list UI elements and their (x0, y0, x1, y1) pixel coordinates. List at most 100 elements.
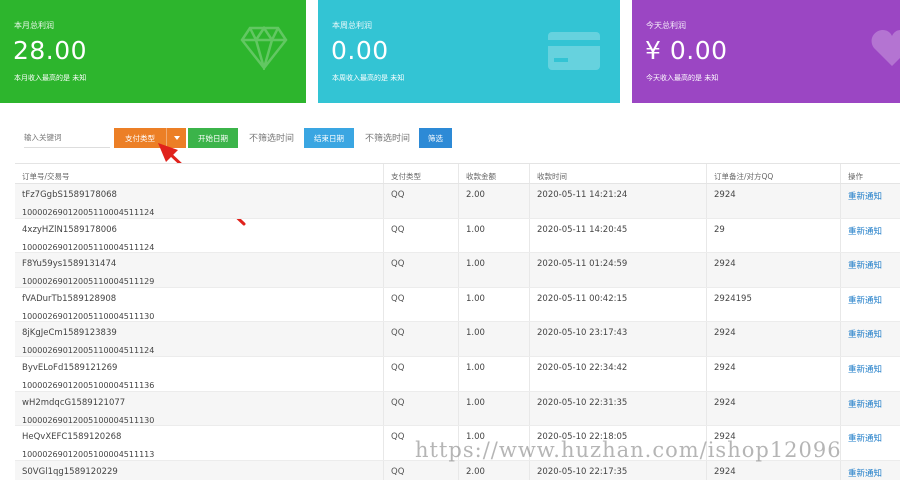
card-title: 本周总利润 (332, 21, 372, 30)
pay-type-cell: QQ (383, 253, 458, 287)
renotify-link[interactable]: 重新通知 (848, 434, 882, 444)
order-cell: ByvELoFd1589121269 1000026901200510000451… (15, 357, 383, 391)
amount-cell: 1.00 (458, 287, 529, 322)
order-number: ByvELoFd1589121269 (22, 362, 118, 373)
credit-card-icon (548, 32, 600, 70)
heart-icon (871, 30, 900, 66)
trade-number: 10000269012005110004511130 (22, 311, 155, 321)
time-cell: 2020-05-11 00:42:15 (529, 287, 706, 322)
remark-cell: 2924 (706, 356, 840, 391)
action-cell: 重新通知 (840, 184, 900, 218)
header-pay-type: 支付类型 (383, 164, 458, 183)
no-start-time-text: 不筛选时间 (249, 134, 295, 144)
order-cell: wH2mdqcG1589121077 1000026901200510000451… (15, 392, 383, 426)
trade-number: 10000269012005110004511124 (22, 346, 155, 356)
watermark: https://www.huzhan.com/ishop12096 (415, 438, 842, 462)
remark-cell: 2924195 (706, 287, 840, 322)
table-row: 8jKgJeCm1589123839 1000026901200511000451… (15, 322, 900, 357)
remark-cell: 2924 (706, 184, 840, 218)
trade-number: 10000269012005110004511129 (22, 277, 155, 287)
action-cell: 重新通知 (840, 322, 900, 356)
pay-type-cell: QQ (383, 460, 458, 480)
remark-cell: 29 (706, 218, 840, 253)
card-value: 0.00 (331, 36, 389, 65)
table-header: 订单号/交易号 支付类型 收款金额 收款时间 订单备注/对方QQ 操作 (15, 163, 900, 184)
amount-cell: 2.00 (458, 460, 529, 480)
order-cell: F8Yu59ys1589131474 1000026901200511000451… (15, 253, 383, 287)
pay-type-cell: QQ (383, 287, 458, 322)
table-row: F8Yu59ys1589131474 1000026901200511000451… (15, 253, 900, 288)
table-row: S0VGl1qg1589120229 QQ 2.00 2020-05-10 22:17… (15, 460, 900, 480)
trade-number: 10000269012005110004511124 (22, 242, 155, 252)
renotify-link[interactable]: 重新通知 (848, 330, 882, 340)
renotify-link[interactable]: 重新通知 (848, 227, 882, 237)
filter-bar: 支付类型 开始日期 不筛选时间 结束日期 不筛选时间 筛选 (0, 128, 900, 148)
renotify-link[interactable]: 重新通知 (848, 296, 882, 306)
order-cell: fVADurTb1589128908 1000026901200511000451… (15, 288, 383, 322)
no-end-time-text: 不筛选时间 (365, 134, 411, 144)
action-cell: 重新通知 (840, 356, 900, 391)
order-number: fVADurTb1589128908 (22, 293, 117, 304)
amount-cell: 2.00 (458, 184, 529, 218)
table-row: fVADurTb1589128908 1000026901200511000451… (15, 287, 900, 323)
amount-cell: 1.00 (458, 391, 529, 426)
order-number: S0VGl1qg1589120229 (22, 466, 118, 477)
time-cell: 2020-05-10 22:34:42 (529, 356, 706, 391)
time-cell: 2020-05-10 23:17:43 (529, 322, 706, 356)
table-body: tFz7GgbS1589178068 1000026901200511000451… (15, 184, 900, 480)
action-cell: 重新通知 (840, 460, 900, 480)
time-cell: 2020-05-10 22:31:35 (529, 391, 706, 426)
action-cell: 重新通知 (840, 287, 900, 322)
time-cell: 2020-05-11 01:24:59 (529, 253, 706, 287)
order-number: F8Yu59ys1589131474 (22, 259, 117, 270)
amount-cell: 1.00 (458, 322, 529, 356)
order-number: wH2mdqcG1589121077 (22, 397, 126, 408)
today-profit-card: 今天总利润 ¥ 0.00 今天收入最高的是 未知 (632, 0, 900, 103)
order-number: 8jKgJeCm1589123839 (22, 328, 117, 339)
header-amount: 收款金额 (458, 164, 529, 183)
table-row: ByvELoFd1589121269 1000026901200510000451… (15, 356, 900, 392)
week-profit-card: 本周总利润 0.00 本周收入最高的是 未知 (318, 0, 620, 103)
renotify-link[interactable]: 重新通知 (848, 261, 882, 271)
remark-cell: 2924 (706, 253, 840, 287)
amount-cell: 1.00 (458, 218, 529, 253)
keyword-input[interactable] (24, 128, 110, 148)
end-date-button[interactable]: 结束日期 (304, 128, 354, 148)
action-cell: 重新通知 (840, 218, 900, 253)
table-row: 4xzyHZlN1589178006 1000026901200511000451… (15, 218, 900, 254)
time-cell: 2020-05-11 14:21:24 (529, 184, 706, 218)
table-row: wH2mdqcG1589121077 1000026901200510000451… (15, 391, 900, 427)
renotify-link[interactable]: 重新通知 (848, 400, 882, 410)
trade-number: 10000269012005100004511136 (22, 380, 155, 390)
order-number: tFz7GgbS1589178068 (22, 190, 117, 200)
order-cell: 4xzyHZlN1589178006 1000026901200511000451… (15, 219, 383, 253)
renotify-link[interactable]: 重新通知 (848, 469, 882, 479)
order-number: HeQvXEFC1589120268 (22, 432, 122, 443)
card-title: 本月总利润 (14, 21, 54, 30)
pay-type-cell: QQ (383, 184, 458, 218)
stats-cards: 本月总利润 28.00 本月收入最高的是 未知 本周总利润 0.00 本周收入最… (0, 0, 900, 103)
filter-button[interactable]: 筛选 (419, 128, 452, 148)
renotify-link[interactable]: 重新通知 (848, 365, 882, 375)
action-cell: 重新通知 (840, 391, 900, 426)
card-value: ¥ 0.00 (645, 36, 728, 65)
time-cell: 2020-05-10 22:17:35 (529, 460, 706, 480)
order-cell: 8jKgJeCm1589123839 1000026901200511000451… (15, 322, 383, 356)
action-cell: 重新通知 (840, 426, 900, 460)
diamond-icon (240, 26, 288, 70)
order-number: 4xzyHZlN1589178006 (22, 224, 117, 235)
header-action: 操作 (840, 164, 900, 183)
remark-cell: 2924 (706, 391, 840, 426)
pay-type-cell: QQ (383, 356, 458, 391)
pay-type-cell: QQ (383, 322, 458, 356)
trade-number: 10000269012005110004511124 (22, 208, 155, 217)
order-cell: HeQvXEFC1589120268 1000026901200510000451… (15, 426, 383, 460)
pay-type-cell: QQ (383, 218, 458, 253)
pay-type-cell: QQ (383, 391, 458, 426)
header-order: 订单号/交易号 (22, 172, 70, 181)
card-subtitle: 本周收入最高的是 未知 (332, 74, 405, 82)
header-time: 收款时间 (529, 164, 706, 183)
renotify-link[interactable]: 重新通知 (848, 192, 882, 202)
remark-cell: 2924 (706, 322, 840, 356)
trade-number: 10000269012005100004511113 (22, 450, 155, 460)
